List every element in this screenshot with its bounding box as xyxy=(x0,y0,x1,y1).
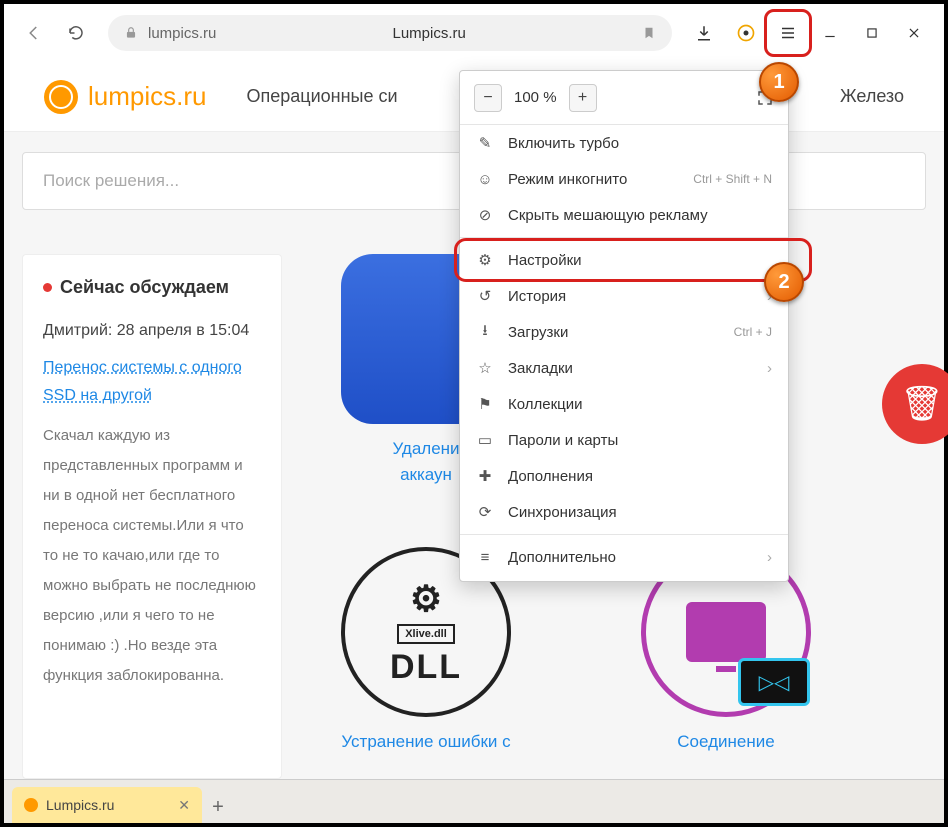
article-title: Устранение ошибки с xyxy=(306,729,546,755)
new-tab-button[interactable]: + xyxy=(202,791,234,823)
comment-meta: Дмитрий: 28 апреля в 15:04 xyxy=(43,318,261,344)
tab-label: Lumpics.ru xyxy=(46,797,114,813)
menu-bookmarks[interactable]: ☆Закладки› xyxy=(460,350,788,386)
menu-button[interactable] xyxy=(770,15,806,51)
tab-strip: Lumpics.ru ✕ + xyxy=(4,779,944,823)
chevron-right-icon: › xyxy=(767,360,772,377)
article-title: Соединение xyxy=(606,729,846,755)
menu-sync[interactable]: ⟳Синхронизация xyxy=(460,494,788,530)
star-icon: ☆ xyxy=(476,359,494,377)
url-host: lumpics.ru xyxy=(148,25,216,42)
menu-hide-ads[interactable]: ⊘Скрыть мешающую рекламу xyxy=(460,197,788,233)
site-logo[interactable]: lumpics.ru xyxy=(44,80,206,114)
flag-icon: ⚑ xyxy=(476,395,494,413)
menu-more[interactable]: ≡Дополнительно› xyxy=(460,539,788,575)
chevron-right-icon: › xyxy=(767,549,772,566)
zoom-out-button[interactable]: − xyxy=(474,84,502,112)
sidebar-heading: Сейчас обсуждаем xyxy=(43,277,261,298)
zoom-row: − 100 % + xyxy=(460,71,788,125)
reload-button[interactable] xyxy=(58,15,94,51)
annotation-callout-1: 1 xyxy=(759,62,799,102)
close-tab-button[interactable]: ✕ xyxy=(178,797,190,814)
extension-button[interactable] xyxy=(728,15,764,51)
block-icon: ⊘ xyxy=(476,206,494,224)
bookmark-icon[interactable] xyxy=(642,25,656,41)
minimize-button[interactable] xyxy=(812,15,848,51)
menu-separator xyxy=(460,534,788,535)
sync-icon: ⟳ xyxy=(476,503,494,521)
downloads-button[interactable] xyxy=(686,15,722,51)
address-bar[interactable]: lumpics.ru Lumpics.ru xyxy=(108,15,672,51)
browser-menu: − 100 % + ✎Включить турбо ☺Режим инкогни… xyxy=(459,70,789,582)
browser-toolbar: lumpics.ru Lumpics.ru xyxy=(4,4,944,62)
zoom-in-button[interactable]: + xyxy=(569,84,597,112)
discussion-sidebar: Сейчас обсуждаем Дмитрий: 28 апреля в 15… xyxy=(22,254,282,779)
menu-turbo[interactable]: ✎Включить турбо xyxy=(460,125,788,161)
menu-separator xyxy=(460,237,788,238)
comment-topic-link[interactable]: Перенос системы с одного SSD на другой xyxy=(43,354,261,412)
menu-downloads[interactable]: ⭳ЗагрузкиCtrl + J xyxy=(460,314,788,350)
menu-history[interactable]: ↺История› xyxy=(460,278,788,314)
comment-body: Скачал каждую из представленных программ… xyxy=(43,421,261,691)
menu-settings[interactable]: ⚙Настройки xyxy=(460,242,788,278)
puzzle-icon: ✚ xyxy=(476,467,494,485)
menu-collections[interactable]: ⚑Коллекции xyxy=(460,386,788,422)
nav-os[interactable]: Операционные си xyxy=(246,86,397,107)
close-window-button[interactable] xyxy=(896,15,932,51)
live-dot-icon xyxy=(43,283,52,292)
gear-icon: ⚙ xyxy=(476,251,494,269)
logo-text: lumpics.ru xyxy=(88,81,206,112)
menu-addons[interactable]: ✚Дополнения xyxy=(460,458,788,494)
browser-tab[interactable]: Lumpics.ru ✕ xyxy=(12,787,202,823)
menu-incognito[interactable]: ☺Режим инкогнитоCtrl + Shift + N xyxy=(460,161,788,197)
page-title: Lumpics.ru xyxy=(226,25,632,42)
lock-icon xyxy=(124,26,138,40)
menu-passwords[interactable]: ▭Пароли и карты xyxy=(460,422,788,458)
menu-icon: ≡ xyxy=(476,549,494,566)
nav-hardware[interactable]: Железо xyxy=(840,86,904,107)
annotation-callout-2: 2 xyxy=(764,262,804,302)
maximize-button[interactable] xyxy=(854,15,890,51)
brush-icon: ✎ xyxy=(476,134,494,152)
favicon-icon xyxy=(24,798,38,812)
zoom-value: 100 % xyxy=(504,89,567,106)
download-icon: ⭳ xyxy=(476,320,494,345)
mask-icon: ☺ xyxy=(476,171,494,188)
logo-icon xyxy=(44,80,78,114)
card-icon: ▭ xyxy=(476,431,494,449)
clock-icon: ↺ xyxy=(476,287,494,305)
back-button[interactable] xyxy=(16,15,52,51)
